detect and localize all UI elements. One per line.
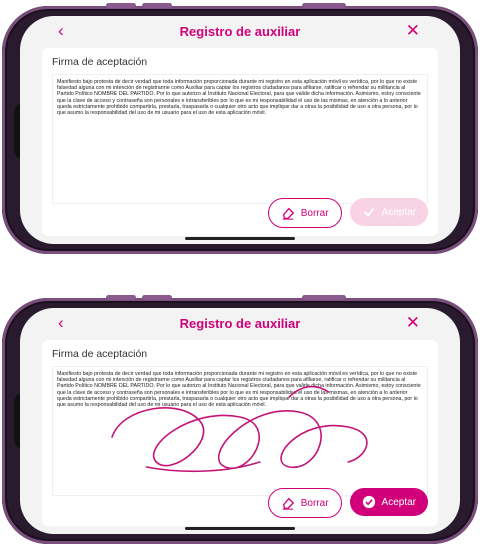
volume-button [142,295,172,300]
handwritten-signature [111,385,368,473]
app-header: ‹ Registro de auxiliar ✕ [20,16,460,46]
page-title: Registro de auxiliar [179,315,301,331]
signature-pad[interactable]: Manifiesto bajo protesta de decir verdad… [52,74,428,204]
eraser-icon [282,497,294,510]
action-bar: Borrar Aceptar [267,198,428,228]
phone-frame-signed: ‹ Registro de auxiliar ✕ Firma de acepta… [2,295,478,544]
phone-frame-unsigned: ‹ Registro de auxiliar ✕ Firma de acepta… [2,3,478,254]
volume-button [142,3,172,8]
aceptar-label: Aceptar [381,496,416,508]
power-button [302,3,346,8]
back-chevron-icon[interactable]: ‹ [58,313,64,333]
power-button [302,295,346,300]
check-circle-icon [362,495,375,509]
card-title: Firma de aceptación [52,348,148,360]
volume-button [106,295,136,300]
volume-button [106,3,136,8]
legal-text: Manifiesto bajo protesta de decir verdad… [57,79,421,117]
aceptar-label: Aceptar [381,206,416,218]
signature-pad[interactable]: Manifiesto bajo protesta de decir verdad… [52,366,428,496]
card-title: Firma de aceptación [52,56,148,68]
app-screen: ‹ Registro de auxiliar ✕ Firma de acepta… [20,308,460,534]
borrar-button[interactable]: Borrar [267,198,342,228]
aceptar-button[interactable]: Aceptar [349,198,428,226]
eraser-icon [282,207,294,220]
app-header: ‹ Registro de auxiliar ✕ [20,308,460,338]
app-screen: ‹ Registro de auxiliar ✕ Firma de acepta… [20,16,460,244]
aceptar-button[interactable]: Aceptar [349,488,428,516]
page-title: Registro de auxiliar [179,23,301,39]
close-icon[interactable]: ✕ [406,21,420,41]
close-icon[interactable]: ✕ [406,313,420,333]
signature-card: Firma de aceptación Manifiesto bajo prot… [42,340,438,526]
home-indicator [185,237,295,240]
signature-card: Firma de aceptación Manifiesto bajo prot… [42,48,438,236]
borrar-label: Borrar [300,207,329,219]
borrar-button[interactable]: Borrar [267,488,342,518]
home-indicator [185,527,295,530]
check-icon [363,207,374,217]
action-bar: Borrar Aceptar [267,488,428,518]
back-chevron-icon[interactable]: ‹ [58,21,64,41]
borrar-label: Borrar [300,497,329,509]
